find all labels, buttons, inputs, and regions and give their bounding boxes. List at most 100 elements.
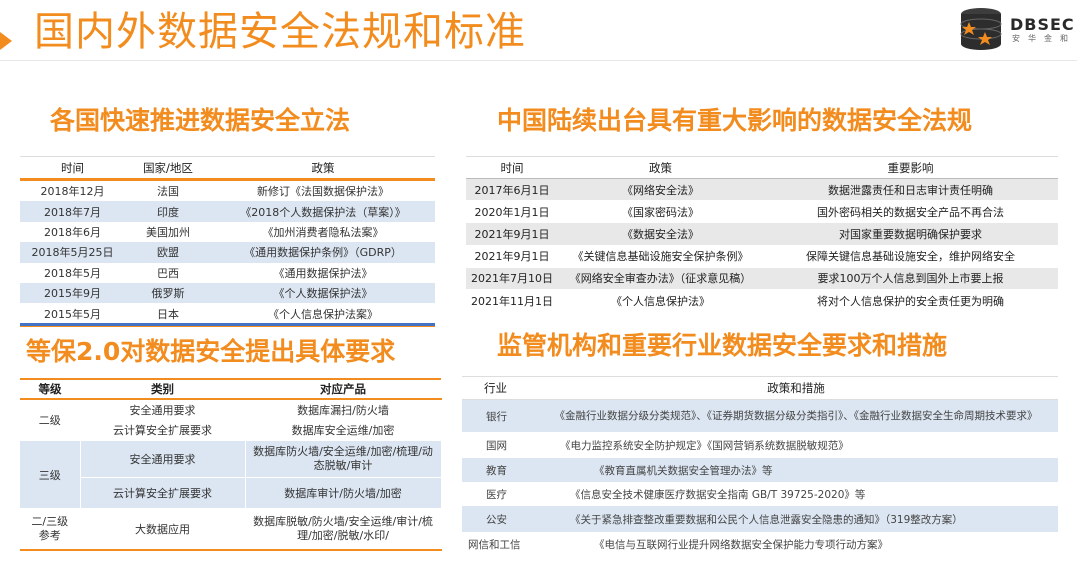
cell: 《电力监控系统安全防护规定》《国网营销系统数据脱敏规范》 <box>560 439 849 452</box>
cell: 印度 <box>125 201 211 222</box>
cell: 2018年5月25日 <box>20 242 125 263</box>
cell: 云计算安全扩展要求 <box>80 420 246 441</box>
cell: 安全通用要求 <box>80 440 246 478</box>
table-row: 2018年7月 印度 《2018个人数据保护法（草案）》 <box>20 201 435 222</box>
table-row: 2015年5月 日本 《个人信息保护法案》 <box>20 303 435 327</box>
col-header-level: 等级 <box>20 378 80 400</box>
col-header-impact: 重要影响 <box>763 156 1058 179</box>
cell: 《国家密码法》 <box>558 200 763 224</box>
cell: 《通用数据保护法》 <box>273 266 373 280</box>
cell: 数据库审计/防火墙/加密 <box>245 477 442 509</box>
cell: 2021年9月1日 <box>466 222 558 246</box>
cell: 《网络安全法》 <box>558 178 763 202</box>
cell: 《金融行业数据分级分类规范》、《证券期货数据分级分类指引》、《金融行业数据安全生… <box>534 399 1058 432</box>
cell: 数据泄露责任和日志审计责任明确 <box>763 178 1058 202</box>
mlps-divider <box>20 323 435 326</box>
table-row: 2017年6月1日 《网络安全法》 数据泄露责任和日志审计责任明确 <box>466 178 1058 202</box>
cell: 数据库防火墙/安全运维/加密/梳理/动态脱敏/审计 <box>245 440 442 478</box>
cell: 将对个人信息保护的安全责任更为明确 <box>763 289 1058 313</box>
cell: 保障关键信息基础设施安全，维护网络安全 <box>763 245 1058 268</box>
table-row: 公安 《关于紧急排查整改重要数据和公民个人信息泄露安全隐患的通知》（319整改方案… <box>462 506 1058 532</box>
col-header-category: 类别 <box>80 378 245 400</box>
table-row: 二级 安全通用要求 数据库漏扫/防火墙 <box>20 399 442 441</box>
cell: 2015年9月 <box>20 282 125 304</box>
mlps-title: 等保2.0对数据安全提出具体要求 <box>26 337 396 366</box>
cell: 网信和工信 <box>468 538 521 551</box>
cell: 对国家重要数据明确保护要求 <box>763 222 1058 246</box>
china-title: 中国陆续出台具有重大影响的数据安全法规 <box>497 106 973 135</box>
table-row: 2015年9月 俄罗斯 《个人数据保护法》 <box>20 282 435 304</box>
legislation-title: 各国快速推进数据安全立法 <box>50 106 351 135</box>
table-row: 2021年9月1日 《数据安全法》 对国家重要数据明确保护要求 <box>466 222 1058 246</box>
cell: 《关键信息基础设施安全保护条例》 <box>558 245 763 268</box>
col-header-policy: 政策 <box>558 156 763 179</box>
table-row: 三级 安全通用要求 数据库防火墙/安全运维/加密/梳理/动态脱敏/审计 <box>20 440 442 509</box>
level-cell: 二级 <box>20 399 81 441</box>
table-row: 银行 《金融行业数据分级分类规范》、《证券期货数据分级分类指引》、《金融行业数据安… <box>462 399 1058 432</box>
cell: 教育 <box>462 458 534 482</box>
cell: 国外密码相关的数据安全产品不再合法 <box>763 200 1058 224</box>
cell: 《数据安全法》 <box>558 222 763 246</box>
cell: 医疗 <box>486 488 507 501</box>
cell: 欧盟 <box>125 242 211 263</box>
cell: 数据库脱敏/防火墙/安全运维/审计/梳理/加密/脱敏/水印/ <box>245 508 442 551</box>
cell: 法国 <box>157 185 179 199</box>
cell: 国网 <box>486 439 507 452</box>
table-row: 医疗 《信息安全技术健康医疗数据安全指南 GB/T 39725-2020》等 <box>462 482 1058 506</box>
cell: 2018年12月 <box>40 185 105 199</box>
table-row: 2018年12月 法国 新修订《法国数据保护法》 <box>20 180 435 202</box>
industry-title: 监管机构和重要行业数据安全要求和措施 <box>497 331 948 360</box>
table-row: 云计算安全扩展要求 数据库审计/防火墙/加密 <box>20 477 442 509</box>
cell: 2020年1月1日 <box>466 200 558 224</box>
table-row: 2018年5月 巴西 《通用数据保护法》 <box>20 263 435 283</box>
cell: 2018年7月 <box>20 201 125 222</box>
cell: 《信息安全技术健康医疗数据安全指南 GB/T 39725-2020》等 <box>570 488 866 501</box>
logo-name: DBSEC <box>1010 15 1075 34</box>
col-header-region: 国家/地区 <box>125 156 211 181</box>
cell: 2018年5月 <box>44 266 101 280</box>
cell: 要求100万个人信息到国外上市要上报 <box>763 267 1058 290</box>
cell: 云计算安全扩展要求 <box>80 477 246 509</box>
cell: 2021年7月10日 <box>466 267 558 290</box>
col-header-time: 时间 <box>466 156 558 179</box>
cell: 《网络安全审查办法》（征求意见稿） <box>558 267 763 290</box>
cell: 《加州消费者隐私法案》 <box>262 225 384 239</box>
china-regulations-table: 时间 政策 重要影响 2017年6月1日 《网络安全法》 数据泄露责任和日志审计责任… <box>466 156 1058 313</box>
col-header-policy: 政策 <box>211 156 435 181</box>
cell: 《教育直属机关数据安全管理办法》等 <box>534 458 1058 482</box>
table-row: 2020年1月1日 《国家密码法》 国外密码相关的数据安全产品不再合法 <box>466 200 1058 224</box>
table-row: 2018年6月 美国加州 《加州消费者隐私法案》 <box>20 222 435 242</box>
cell: 《关于紧急排查整改重要数据和公民个人信息泄露安全隐患的通知》（319整改方案） <box>534 506 1058 532</box>
table-row: 2018年5月25日 欧盟 《通用数据保护条例》（GDRP） <box>20 242 435 263</box>
cell: 美国加州 <box>146 225 190 239</box>
industry-table: 行业 政策和措施 银行 《金融行业数据分级分类规范》、《证券期货数据分级分类指引》… <box>462 376 1058 556</box>
cell: 2021年9月1日 <box>466 245 558 268</box>
table-row: 网信和工信 《电信与互联网行业提升网络数据安全保护能力专项行动方案》 <box>462 532 1058 556</box>
page-title: 国内外数据安全法规和标准 <box>34 9 526 55</box>
cell: 俄罗斯 <box>125 282 211 304</box>
level-cell: 二/三级参考 <box>20 508 81 551</box>
table-row: 国网 《电力监控系统安全防护规定》《国网营销系统数据脱敏规范》 <box>462 432 1058 458</box>
table-row: 云计算安全扩展要求 数据库安全运维/加密 <box>20 420 442 441</box>
cell: 巴西 <box>157 266 179 280</box>
cell: 《通用数据保护条例》（GDRP） <box>211 242 435 263</box>
table-row: 教育 《教育直属机关数据安全管理办法》等 <box>462 458 1058 482</box>
col-header-time: 时间 <box>20 156 125 181</box>
table-row: 2021年11月1日 《个人信息保护法》 将对个人信息保护的安全责任更为明确 <box>466 289 1058 313</box>
cell: 数据库漏扫/防火墙 <box>245 399 442 421</box>
cell: 银行 <box>462 399 534 432</box>
table-row: 二/三级参考 大数据应用 数据库脱敏/防火墙/安全运维/审计/梳理/加密/脱敏/… <box>20 508 442 551</box>
legislation-table: 时间 国家/地区 政策 2018年12月 法国 新修订《法国数据保护法》 2018年… <box>20 156 435 327</box>
cell: 《电信与互联网行业提升网络数据安全保护能力专项行动方案》 <box>594 538 888 551</box>
cell: 大数据应用 <box>80 508 246 551</box>
col-header-measures: 政策和措施 <box>534 376 1058 400</box>
table-row: 2021年7月10日 《网络安全审查办法》（征求意见稿） 要求100万个人信息到国外… <box>466 267 1058 290</box>
cell: 公安 <box>462 506 534 532</box>
cell: 安全通用要求 <box>80 399 246 421</box>
cell: 数据库安全运维/加密 <box>245 420 442 441</box>
logo-subtitle: 安华金和 <box>1012 34 1076 43</box>
cell: 日本 <box>125 303 211 327</box>
title-arrow-icon <box>0 32 12 50</box>
title-divider <box>0 60 1077 61</box>
mlps-table: 等级 类别 对应产品 二级 安全通用要求 数据库漏扫/防火墙 云计算安全扩展要求… <box>20 378 442 551</box>
